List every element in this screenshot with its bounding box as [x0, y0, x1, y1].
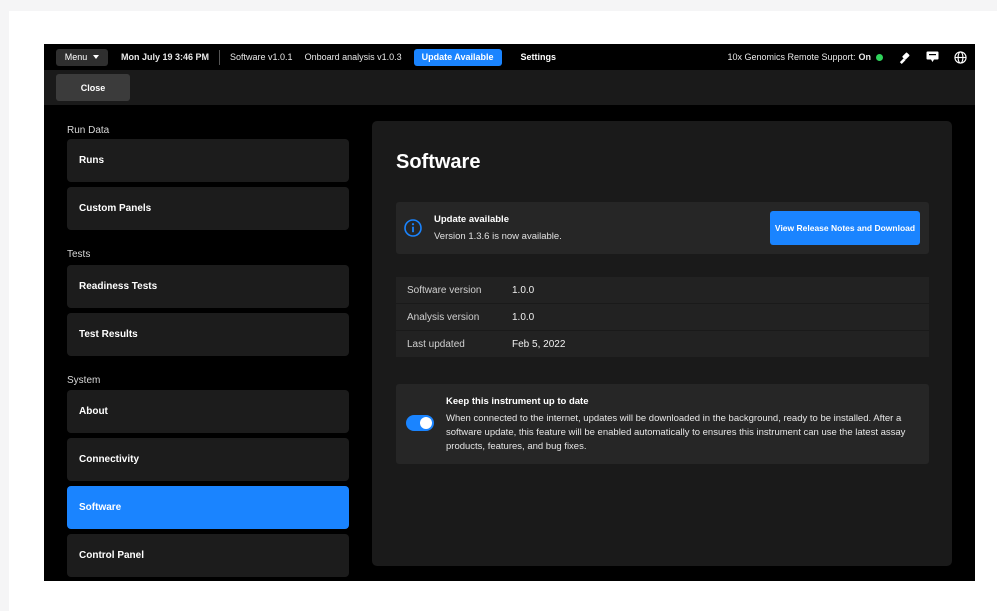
sidebar-item-about[interactable]: About: [67, 390, 349, 433]
sidebar-item-test-results[interactable]: Test Results: [67, 313, 349, 356]
software-panel: Software Update available Version 1.3.6 …: [372, 121, 952, 566]
auto-update-card: Keep this instrument up to date When con…: [396, 384, 929, 464]
status-dot-icon: [876, 53, 883, 61]
sidebar-item-connectivity[interactable]: Connectivity: [67, 438, 349, 481]
analysis-version-label: Onboard analysis v1.0.3: [304, 52, 402, 62]
usb-icon[interactable]: [897, 50, 911, 64]
page-title: Software: [396, 151, 481, 173]
divider: [219, 49, 221, 65]
toggle-knob: [420, 417, 432, 429]
remote-support-state: On: [858, 52, 872, 62]
version-info-table: Software version 1.0.0 Analysis version …: [396, 277, 929, 358]
info-icon: [404, 219, 422, 237]
instrument-screen: Menu Mon July 19 3:46 PM Software v1.0.1…: [44, 44, 975, 581]
banner-message: Version 1.3.6 is now available.: [434, 231, 562, 242]
sidebar-item-custom-panels[interactable]: Custom Panels: [67, 187, 349, 230]
section-label-system: System: [67, 375, 101, 386]
section-label-run-data: Run Data: [67, 125, 110, 136]
table-row: Last updated Feb 5, 2022: [396, 331, 929, 357]
row-value: 1.0.0: [512, 311, 535, 323]
software-version-label: Software v1.0.1: [230, 52, 293, 62]
banner-title: Update available: [434, 214, 509, 225]
menu-button[interactable]: Menu: [56, 48, 108, 66]
datetime: Mon July 19 3:46 PM: [121, 52, 210, 62]
auto-update-toggle[interactable]: [406, 415, 434, 431]
topbar-right: 10x Genomics Remote Support: On: [727, 50, 967, 64]
sidebar-item-software[interactable]: Software: [67, 486, 349, 529]
message-icon[interactable]: [925, 50, 939, 64]
section-label-tests: Tests: [67, 249, 91, 260]
sidebar-item-readiness-tests[interactable]: Readiness Tests: [67, 265, 349, 308]
remote-support-status[interactable]: 10x Genomics Remote Support: On: [727, 52, 883, 62]
sidebar-item-runs[interactable]: Runs: [67, 139, 349, 182]
settings-link[interactable]: Settings: [521, 52, 557, 62]
menu-label: Menu: [64, 52, 88, 62]
row-key: Last updated: [407, 338, 465, 350]
row-key: Software version: [407, 284, 482, 296]
row-value: 1.0.0: [512, 284, 535, 296]
sidebar-item-control-panel[interactable]: Control Panel: [67, 534, 349, 577]
row-value: Feb 5, 2022: [512, 338, 566, 350]
table-row: Analysis version 1.0.0: [396, 304, 929, 330]
auto-update-title: Keep this instrument up to date: [446, 396, 589, 407]
chevron-down-icon: [93, 55, 100, 59]
close-button[interactable]: Close: [56, 74, 130, 101]
auto-update-description: When connected to the internet, updates …: [446, 413, 906, 452]
row-key: Analysis version: [407, 311, 480, 323]
globe-icon[interactable]: [953, 50, 967, 64]
update-available-button[interactable]: Update Available: [413, 48, 502, 66]
view-release-notes-button[interactable]: View Release Notes and Download: [770, 211, 920, 245]
table-row: Software version 1.0.0: [396, 277, 929, 303]
top-bar: Menu Mon July 19 3:46 PM Software v1.0.1…: [44, 44, 975, 70]
remote-support-label: 10x Genomics Remote Support:: [727, 52, 856, 62]
sub-bar: Close: [44, 70, 975, 105]
update-banner: Update available Version 1.3.6 is now av…: [396, 202, 929, 254]
